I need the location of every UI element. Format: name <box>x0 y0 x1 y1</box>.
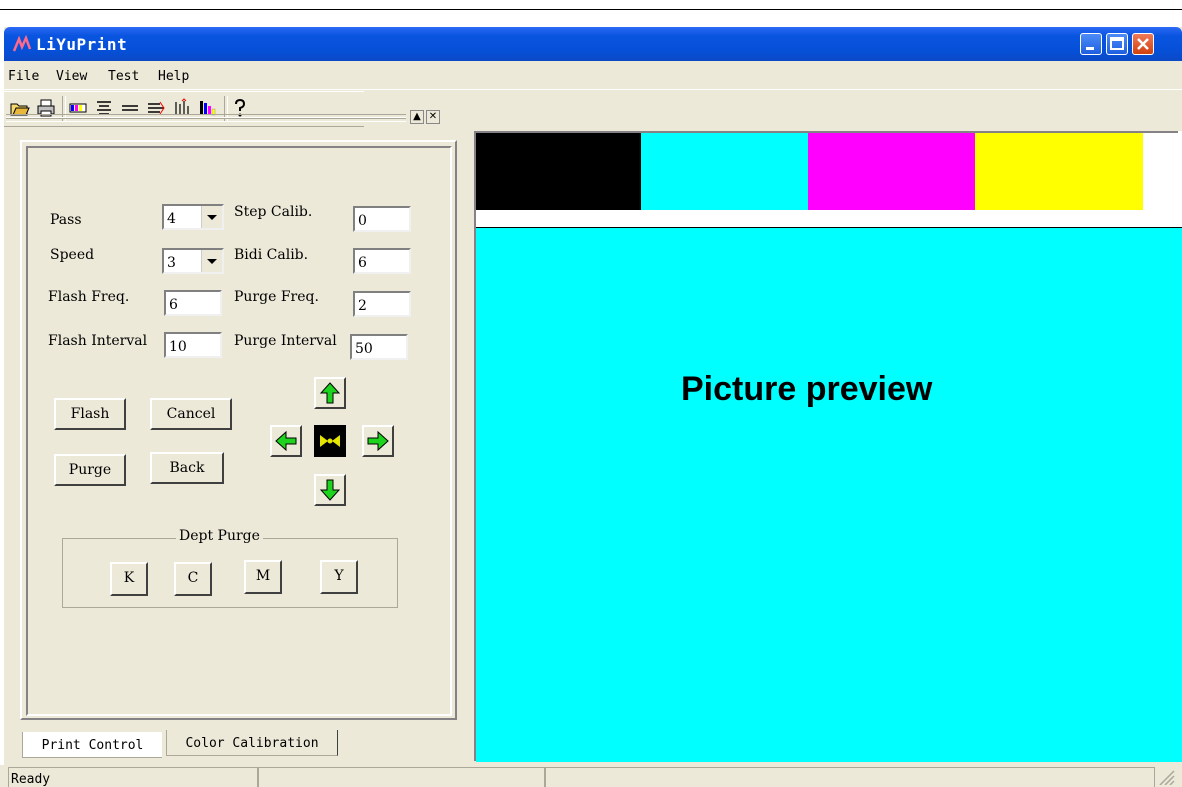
arrow-up-icon <box>319 382 341 404</box>
bidi-calib-label: Bidi Calib. <box>234 247 309 263</box>
status-cell <box>545 767 1155 787</box>
move-down-button[interactable] <box>314 474 346 506</box>
purge-button[interactable]: Purge <box>54 454 126 486</box>
back-button[interactable]: Back <box>150 452 224 484</box>
maximize-icon <box>1110 37 1124 50</box>
step-calib-field[interactable]: 0 <box>353 206 411 232</box>
tab-color-calibration[interactable]: Color Calibration <box>166 730 338 756</box>
purge-freq-field[interactable]: 2 <box>353 291 411 317</box>
maximize-button[interactable] <box>1106 33 1128 55</box>
bidi-calib-field[interactable]: 6 <box>353 248 411 274</box>
purge-m-button[interactable]: M <box>244 560 282 594</box>
flash-freq-field[interactable]: 6 <box>164 290 222 316</box>
page-rule <box>0 9 1182 10</box>
close-icon <box>1137 38 1149 50</box>
close-button[interactable] <box>1132 33 1154 55</box>
menu-file[interactable]: File <box>8 69 39 84</box>
step-calib-label: Step Calib. <box>234 204 313 220</box>
preview-canvas: Picture preview <box>476 227 1182 762</box>
menu-view[interactable]: View <box>56 69 87 84</box>
yellow-color-bar <box>975 133 1143 210</box>
move-left-button[interactable] <box>270 425 302 457</box>
black-color-bar <box>476 133 641 210</box>
status-bar: Ready <box>0 765 1182 787</box>
window-title: LiYuPrint <box>36 35 128 54</box>
dept-purge-title: Dept Purge <box>176 528 263 544</box>
preview-label: Picture preview <box>681 370 933 408</box>
menu-help[interactable]: Help <box>158 69 189 84</box>
flash-interval-field[interactable]: 10 <box>164 332 222 358</box>
flash-button[interactable]: Flash <box>54 398 126 430</box>
purge-interval-label: Purge Interval <box>234 333 337 349</box>
purge-y-button[interactable]: Y <box>320 560 358 594</box>
flash-freq-label: Flash Freq. <box>48 289 130 305</box>
pass-select[interactable]: 4 <box>162 204 224 230</box>
chevron-down-icon[interactable] <box>201 206 222 228</box>
purge-k-button[interactable]: K <box>110 562 148 596</box>
purge-interval-field[interactable]: 50 <box>350 334 408 360</box>
speed-value: 3 <box>167 255 176 271</box>
menu-bar: File View Test Help <box>4 61 1182 90</box>
flash-interval-label: Flash Interval <box>48 333 148 349</box>
pass-label: Pass <box>50 212 82 228</box>
magenta-color-bar <box>808 133 975 210</box>
panel-close-button[interactable]: ✕ <box>426 110 440 124</box>
speed-label: Speed <box>50 247 95 263</box>
pass-value: 4 <box>167 211 176 227</box>
arrow-down-icon <box>319 479 341 501</box>
panel-header: ▲ ✕ <box>4 110 444 124</box>
move-right-button[interactable] <box>362 425 394 457</box>
panel-grip <box>6 118 406 122</box>
home-button[interactable] <box>314 425 346 457</box>
panel-collapse-button[interactable]: ▲ <box>410 110 424 124</box>
status-cell <box>258 767 545 787</box>
purge-c-button[interactable]: C <box>174 562 212 596</box>
menu-test[interactable]: Test <box>108 69 139 84</box>
cyan-color-bar <box>641 133 808 210</box>
app-logo-icon <box>12 35 32 52</box>
tab-print-control[interactable]: Print Control <box>22 732 162 758</box>
speed-select[interactable]: 3 <box>162 248 224 274</box>
purge-freq-label: Purge Freq. <box>234 289 319 305</box>
chevron-down-icon[interactable] <box>201 250 222 272</box>
arrow-right-icon <box>367 430 389 452</box>
picture-preview-area[interactable]: Picture preview <box>474 131 1182 762</box>
resize-grip-icon[interactable] <box>1158 769 1176 785</box>
title-bar: LiYuPrint <box>4 27 1182 61</box>
arrow-left-icon <box>275 430 297 452</box>
move-up-button[interactable] <box>314 377 346 409</box>
cancel-button[interactable]: Cancel <box>150 398 232 430</box>
center-home-icon <box>320 435 340 447</box>
status-text: Ready <box>8 767 258 787</box>
minimize-icon <box>1086 47 1094 50</box>
minimize-button[interactable] <box>1080 33 1102 55</box>
